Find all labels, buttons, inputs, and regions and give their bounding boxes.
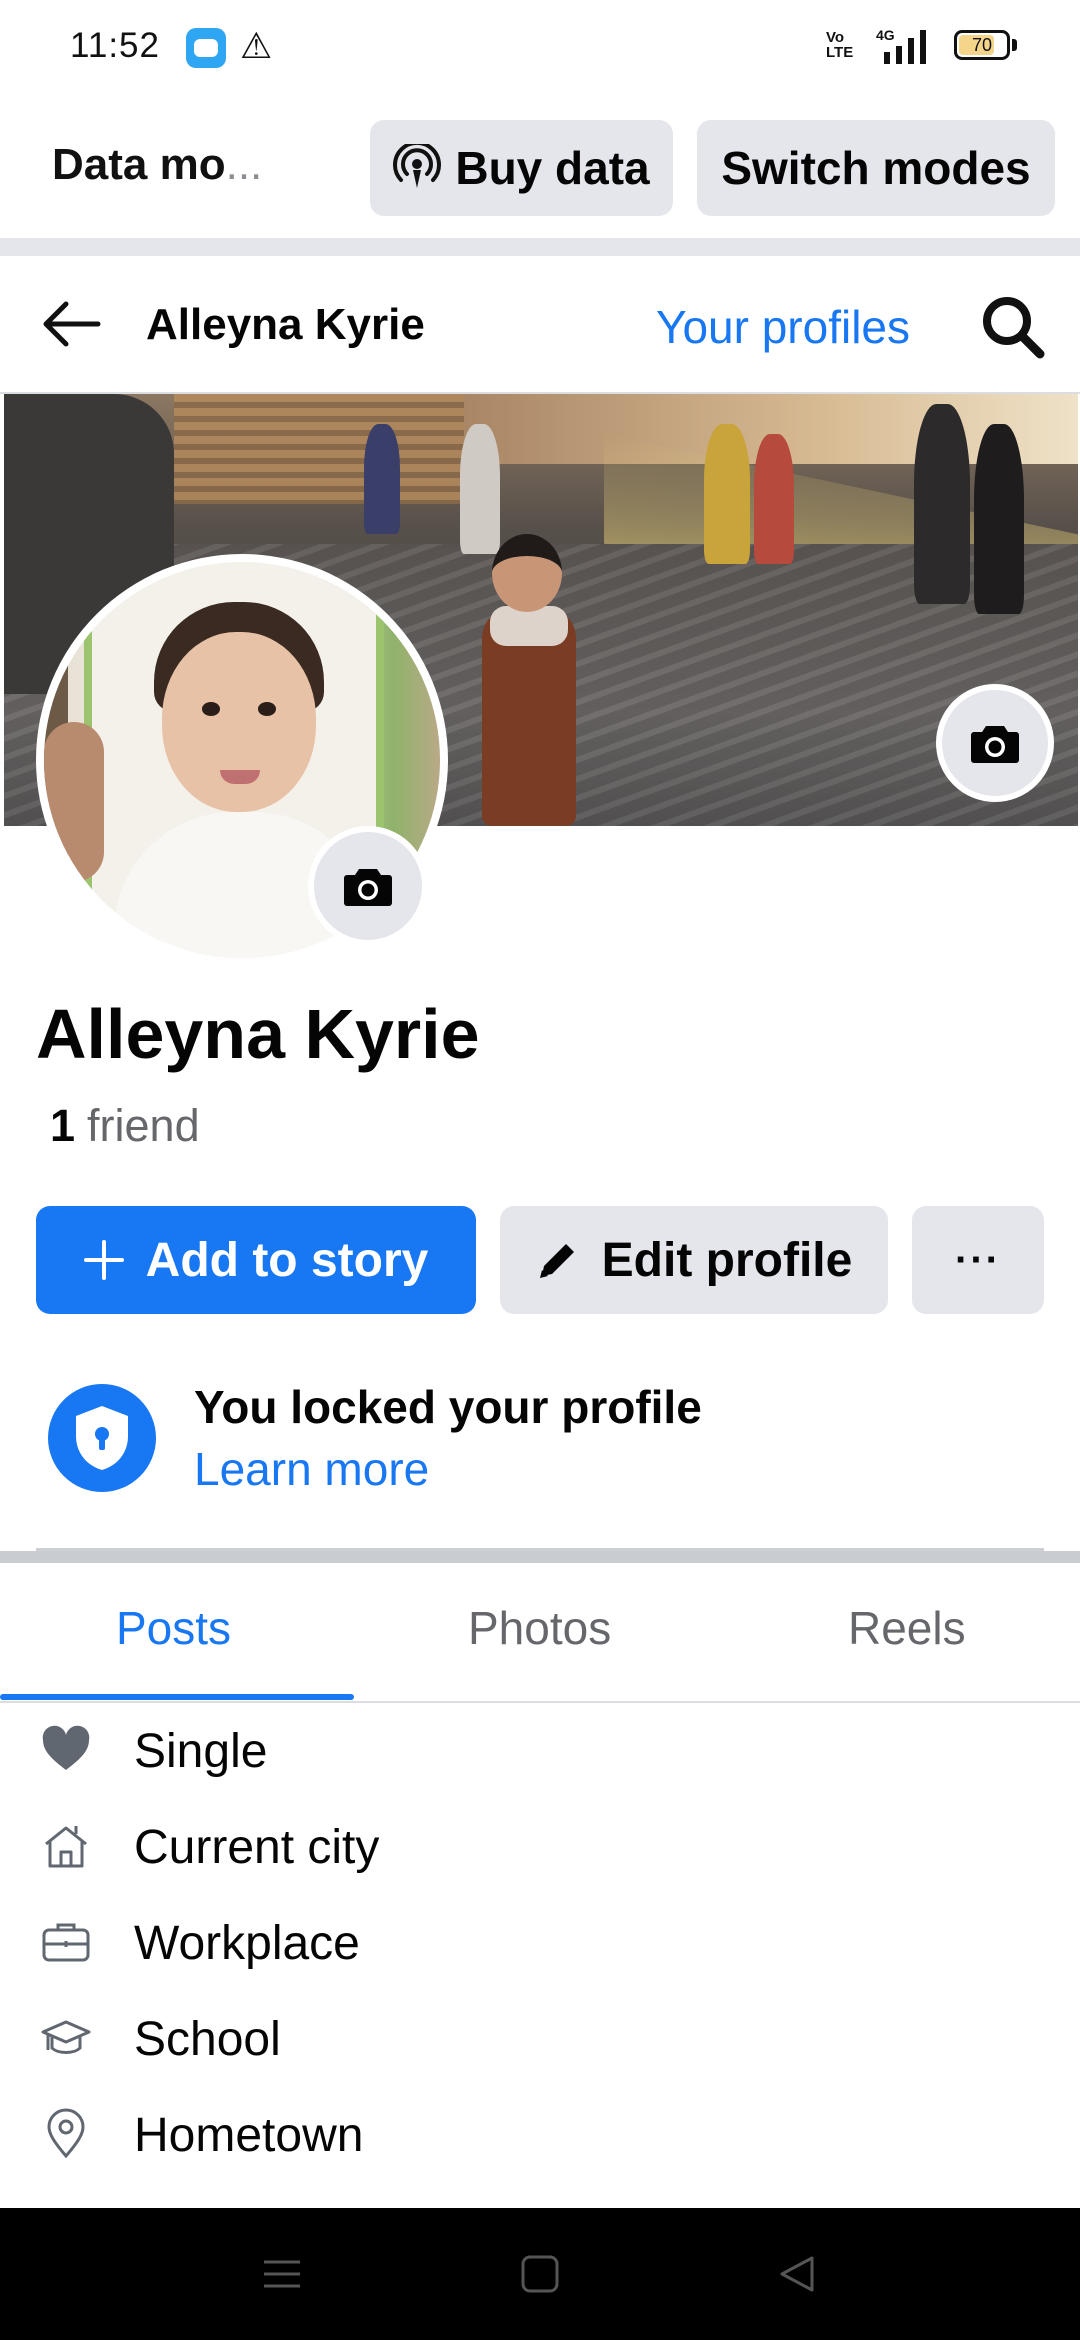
volte-indicator: Vo LTE [826,29,854,61]
broadcast-icon [393,144,442,188]
detail-relationship[interactable]: Single [0,1706,1080,1796]
edit-avatar-camera-button[interactable] [308,826,428,946]
your-profiles-link[interactable]: Your profiles [656,300,910,354]
plus-icon [83,1240,124,1280]
active-tab-indicator [0,1694,354,1700]
search-icon[interactable] [978,292,1048,362]
detail-label: Single [134,1725,268,1778]
cover-person [704,424,750,564]
detail-hometown[interactable]: Hometown [0,2090,1080,2180]
home-icon[interactable] [510,2244,570,2304]
buy-data-button[interactable]: Buy data [370,120,673,216]
tab-photos[interactable]: Photos [468,1601,611,1655]
battery-tip [1012,39,1017,51]
app-notification-icon [186,28,226,68]
more-options-button[interactable]: ··· [912,1206,1044,1314]
shield-icon [76,1406,128,1470]
detail-label: Current city [134,1821,380,1874]
warning-icon: ⚠ [240,25,273,66]
camera-icon [344,869,392,906]
add-to-story-button[interactable]: Add to story [36,1206,476,1314]
camera-icon [971,726,1019,763]
status-time: 11:52 [70,26,160,65]
friend-count-label: friend [87,1100,200,1151]
friend-count[interactable]: 1 friend [50,1100,200,1152]
cover-person [914,404,970,604]
status-bar: 11:52 ⚠ Vo LTE 4G 70 [0,0,1080,96]
system-navigation-bar [0,2208,1080,2340]
data-mode-label: Data mo... [52,140,262,190]
detail-label: Hometown [134,2109,364,2162]
friend-count-number: 1 [50,1100,76,1151]
data-mode-ellipsis: ... [225,140,263,189]
detail-workplace[interactable]: Workplace [0,1898,1080,1988]
section-separator [0,1551,1080,1563]
signal-icon: 4G [876,27,926,64]
profile-tabs: Posts Photos Reels [0,1563,1080,1703]
learn-more-link[interactable]: Learn more [194,1442,429,1496]
detail-school[interactable]: School [0,1994,1080,2084]
edit-profile-label: Edit profile [601,1233,853,1287]
cover-person [364,424,400,534]
more-options-icon: ··· [955,1237,1001,1282]
cover-person [974,424,1024,614]
cover-child [456,534,606,826]
back-arrow-icon[interactable] [36,294,106,354]
battery-level: 70 [971,35,993,55]
shield-lock-icon [48,1384,156,1492]
location-pin-icon [47,2108,85,2159]
profile-name: Alleyna Kyrie [36,995,480,1073]
tab-posts[interactable]: Posts [116,1601,231,1655]
profile-locked-title: You locked your profile [194,1381,702,1433]
data-mode-bar: Data mo... Buy data Switch modes [0,96,1080,238]
tab-reels[interactable]: Reels [848,1601,966,1655]
detail-label: Workplace [134,1917,360,1970]
cover-person [754,434,794,564]
menu-icon[interactable] [252,2244,312,2304]
house-icon [45,1826,87,1868]
edit-cover-camera-button[interactable] [936,684,1054,802]
edit-profile-button[interactable]: Edit profile [500,1206,888,1314]
network-type-label: 4G [876,27,895,43]
detail-current-city[interactable]: Current city [0,1802,1080,1892]
divider [0,238,1080,256]
buy-data-label: Buy data [455,142,650,194]
profile-header: Alleyna Kyrie Your profiles [0,256,1080,394]
switch-modes-label: Switch modes [721,142,1031,194]
detail-label: School [134,2013,281,2066]
data-mode-text: Data mo [52,140,226,189]
pencil-icon [539,1244,574,1278]
cover-stairs [174,394,464,504]
switch-modes-button[interactable]: Switch modes [697,120,1055,216]
heart-icon [42,1725,90,1770]
add-to-story-label: Add to story [145,1233,429,1287]
battery-icon: 70 [954,30,1010,60]
graduation-cap-icon [41,2020,91,2054]
briefcase-icon [42,1923,90,1962]
header-title: Alleyna Kyrie [146,300,425,349]
back-triangle-icon[interactable] [768,2244,828,2304]
